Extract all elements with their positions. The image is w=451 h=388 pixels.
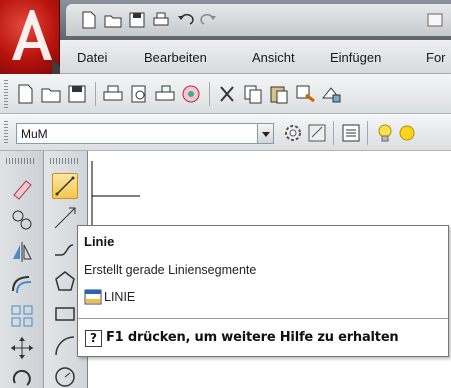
offset-icon[interactable] (9, 271, 35, 297)
line-icon (55, 176, 75, 196)
styles-toolbar: MuM (0, 115, 451, 151)
tooltip-command: LINIE (104, 290, 136, 304)
save-icon[interactable] (128, 11, 146, 29)
paste-icon[interactable] (268, 83, 290, 105)
publish-icon[interactable] (154, 83, 176, 105)
polygon-icon[interactable] (52, 269, 78, 295)
dropdown-arrow-icon[interactable] (257, 124, 273, 143)
separator (367, 121, 368, 145)
plot-icon[interactable] (102, 83, 124, 105)
toolbar-grip[interactable] (4, 80, 8, 108)
menu-bar: Datei Bearbeiten Ansicht Einfügen For (60, 40, 451, 74)
menu-insert[interactable]: Einfügen (330, 50, 381, 65)
open-folder-icon[interactable] (104, 11, 122, 29)
separator (209, 82, 210, 106)
command-line-icon (84, 289, 102, 305)
tooltip: Linie Erstellt gerade Liniensegmente LIN… (77, 225, 449, 357)
design-center-icon[interactable] (180, 83, 202, 105)
separator (333, 121, 334, 145)
construction-line-icon[interactable] (52, 205, 78, 231)
block-editor-icon[interactable] (320, 83, 342, 105)
autocad-logo-icon (12, 10, 60, 74)
menu-view[interactable]: Ansicht (252, 50, 295, 65)
circle-icon[interactable] (52, 363, 78, 388)
save-icon[interactable] (66, 83, 88, 105)
tooltip-divider (78, 318, 448, 319)
move-icon[interactable] (9, 335, 35, 361)
polyline-icon[interactable] (52, 237, 78, 263)
rotate-icon[interactable] (9, 365, 35, 388)
menu-file[interactable]: Datei (77, 50, 107, 65)
dimension-style-icon[interactable] (306, 122, 328, 144)
palette-grip[interactable] (50, 158, 80, 164)
standard-toolbar (0, 74, 451, 114)
text-style-value: MuM (21, 127, 48, 141)
help-icon: ? (85, 330, 102, 347)
layer-properties-icon[interactable] (340, 122, 362, 144)
tooltip-help-text: F1 drücken, um weitere Hilfe zu erhalten (106, 330, 399, 345)
redo-icon[interactable] (200, 11, 218, 29)
new-icon[interactable] (14, 83, 36, 105)
quick-access-toolbar (66, 4, 451, 36)
mirror-icon[interactable] (9, 239, 35, 265)
open-icon[interactable] (40, 83, 62, 105)
workspace-icon[interactable] (426, 11, 444, 29)
undo-icon[interactable] (176, 11, 194, 29)
array-icon[interactable] (9, 303, 35, 329)
palette-grip[interactable] (6, 158, 36, 164)
copy-object-icon[interactable] (9, 207, 35, 233)
separator (95, 82, 96, 106)
toolbar-grip[interactable] (4, 121, 8, 145)
rectangle-icon[interactable] (52, 301, 78, 327)
text-style-dropdown[interactable]: MuM (16, 123, 274, 144)
layer-thaw-sun-icon[interactable] (396, 122, 418, 144)
copy-icon[interactable] (242, 83, 264, 105)
arc-icon[interactable] (52, 333, 78, 359)
modify-toolbar (0, 151, 44, 388)
app-logo[interactable] (0, 0, 60, 74)
match-properties-icon[interactable] (294, 83, 316, 105)
erase-icon[interactable] (9, 175, 35, 201)
plot-preview-icon[interactable] (128, 83, 150, 105)
text-style-icon[interactable] (282, 122, 304, 144)
layer-on-lightbulb-icon[interactable] (374, 122, 396, 144)
new-document-icon[interactable] (80, 11, 98, 29)
print-icon[interactable] (152, 11, 170, 29)
tooltip-title: Linie (84, 234, 115, 249)
cut-icon[interactable] (216, 83, 238, 105)
tooltip-description: Erstellt gerade Liniensegmente (84, 263, 257, 277)
menu-edit[interactable]: Bearbeiten (144, 50, 207, 65)
menu-format[interactable]: For (426, 50, 446, 65)
line-tool-button[interactable] (52, 173, 78, 199)
